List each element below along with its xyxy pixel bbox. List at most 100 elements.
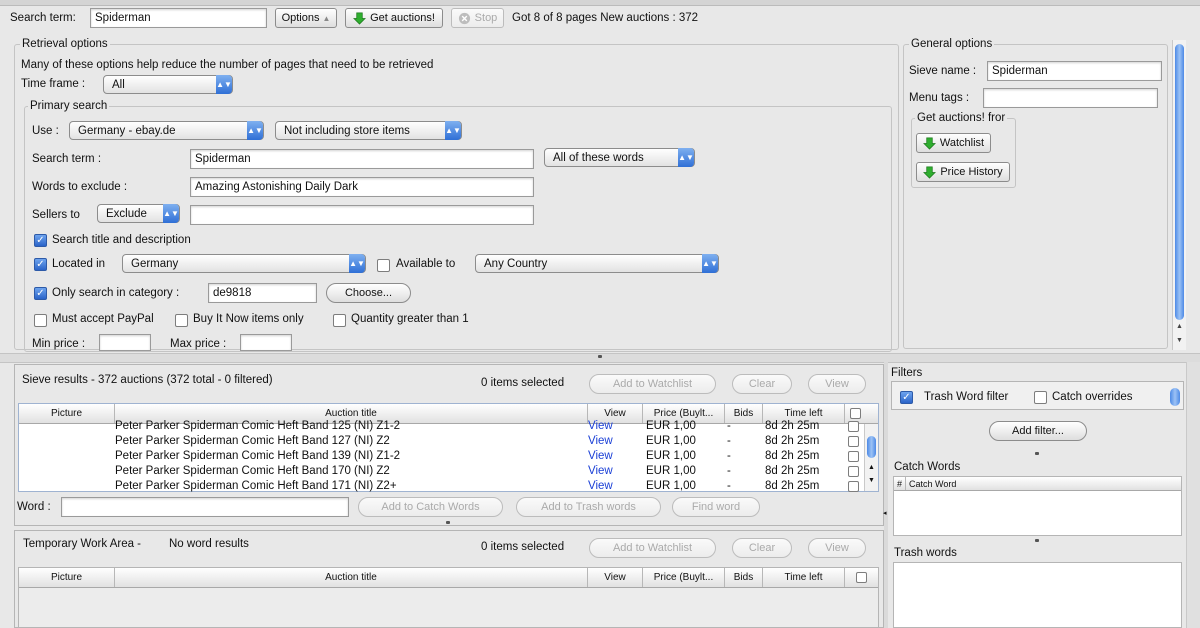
- paypal-checkbox[interactable]: [34, 314, 47, 327]
- row-select-checkbox[interactable]: [848, 436, 859, 447]
- options-button[interactable]: Options ▲: [275, 8, 337, 28]
- filters-scroll-thumb[interactable]: [1170, 388, 1180, 406]
- store-items-select[interactable]: Not including store items ▲▼: [275, 121, 462, 140]
- primary-search-title: Primary search: [28, 100, 110, 112]
- primary-search-term-input[interactable]: [190, 149, 534, 169]
- site-select[interactable]: Germany - ebay.de ▲▼: [69, 121, 264, 140]
- scroll-down-icon[interactable]: ▼: [868, 477, 875, 484]
- sieve-name-input[interactable]: [987, 61, 1162, 81]
- view-link[interactable]: View: [588, 434, 643, 449]
- sellers-input[interactable]: [190, 205, 534, 225]
- options-scrollbar[interactable]: ▲ ▼: [1172, 40, 1186, 350]
- search-title-desc-checkbox[interactable]: ✓: [34, 234, 47, 247]
- sieve-clear-button[interactable]: Clear: [732, 374, 792, 394]
- table-row[interactable]: Peter Parker Spiderman Comic Heft Band 1…: [19, 434, 864, 449]
- located-in-select[interactable]: Germany ▲▼: [122, 254, 366, 273]
- temp-col-bids[interactable]: Bids: [725, 568, 763, 587]
- sieve-scroll-thumb[interactable]: [867, 436, 876, 458]
- temp-select-all-checkbox[interactable]: [856, 572, 867, 583]
- add-filter-button[interactable]: Add filter...: [989, 421, 1087, 441]
- auction-title-cell: Peter Parker Spiderman Comic Heft Band 1…: [115, 420, 401, 432]
- menu-tags-input[interactable]: [983, 88, 1158, 108]
- catch-words-table: # Catch Word: [893, 476, 1182, 536]
- select-arrows-icon: ▲▼: [678, 148, 694, 167]
- sellers-mode-select[interactable]: Exclude ▲▼: [97, 204, 180, 223]
- min-price-input[interactable]: [99, 334, 151, 351]
- select-all-checkbox[interactable]: [849, 408, 861, 419]
- located-in-checkbox[interactable]: ✓: [34, 258, 47, 271]
- located-in-value: Germany: [131, 257, 179, 270]
- table-row[interactable]: Peter Parker Spiderman Comic Heft Band 1…: [19, 479, 864, 494]
- temp-col-select[interactable]: [845, 568, 878, 587]
- temp-col-view[interactable]: View: [588, 568, 643, 587]
- bids-cell: -: [727, 465, 731, 477]
- temp-col-picture[interactable]: Picture: [19, 568, 115, 587]
- row-select-checkbox[interactable]: [848, 421, 859, 432]
- add-trash-words-button[interactable]: Add to Trash words: [516, 497, 661, 517]
- select-arrows-icon: ▲▼: [247, 121, 263, 140]
- stop-button[interactable]: Stop: [451, 8, 504, 28]
- sieve-clear-label: Clear: [748, 378, 776, 390]
- trash-word-filter-checkbox[interactable]: ✓: [900, 391, 913, 404]
- scroll-up-icon[interactable]: ▲: [1176, 323, 1183, 330]
- temp-clear-button[interactable]: Clear: [732, 538, 792, 558]
- temp-col-auction-title[interactable]: Auction title: [115, 568, 588, 587]
- row-select-checkbox[interactable]: [848, 481, 859, 492]
- temp-clear-label: Clear: [748, 542, 776, 554]
- choose-category-button[interactable]: Choose...: [326, 283, 411, 303]
- catch-col-word[interactable]: Catch Word: [906, 477, 1183, 490]
- price-history-button[interactable]: Price History: [916, 162, 1010, 182]
- view-link[interactable]: View: [588, 479, 643, 494]
- view-link[interactable]: View: [588, 449, 643, 464]
- temp-col-time-left[interactable]: Time left: [763, 568, 845, 587]
- trash-words-list[interactable]: [893, 562, 1182, 628]
- max-price-input[interactable]: [240, 334, 292, 351]
- catch-col-hash[interactable]: #: [894, 477, 906, 490]
- vertical-splitter[interactable]: [884, 362, 888, 628]
- sieve-results-table: Picture Auction title View Price (Buylt.…: [18, 403, 879, 492]
- words-exclude-input[interactable]: [190, 177, 534, 197]
- site-value: Germany - ebay.de: [78, 124, 176, 137]
- catch-overrides-checkbox[interactable]: [1034, 391, 1047, 404]
- catch-overrides-label: Catch overrides: [1052, 391, 1133, 403]
- words-mode-select[interactable]: All of these words ▲▼: [544, 148, 695, 167]
- sieve-view-label: View: [825, 378, 849, 390]
- buy-it-now-checkbox[interactable]: [175, 314, 188, 327]
- bids-cell: -: [727, 420, 731, 432]
- row-select-checkbox[interactable]: [848, 466, 859, 477]
- word-input[interactable]: [61, 497, 349, 517]
- get-auctions-button[interactable]: Get auctions!: [345, 8, 443, 28]
- scroll-up-icon[interactable]: ▲: [868, 464, 875, 471]
- time-left-cell: 8d 2h 25m: [765, 450, 820, 462]
- auction-title-cell: Peter Parker Spiderman Comic Heft Band 1…: [115, 450, 401, 462]
- sieve-table-scrollbar[interactable]: ▲ ▼: [864, 424, 878, 491]
- available-to-select[interactable]: Any Country ▲▼: [475, 254, 719, 273]
- temp-col-price[interactable]: Price (Buylt...: [643, 568, 725, 587]
- category-checkbox[interactable]: ✓: [34, 287, 47, 300]
- view-link[interactable]: View: [588, 419, 643, 434]
- price-cell: EUR 1,00: [646, 450, 696, 462]
- table-row[interactable]: Peter Parker Spiderman Comic Heft Band 1…: [19, 464, 864, 479]
- view-link[interactable]: View: [588, 464, 643, 479]
- time-frame-select[interactable]: All ▲▼: [103, 75, 233, 94]
- search-term-input[interactable]: [90, 8, 267, 28]
- table-row[interactable]: Peter Parker Spiderman Comic Heft Band 1…: [19, 449, 864, 464]
- temp-view-button[interactable]: View: [808, 538, 866, 558]
- watchlist-button[interactable]: Watchlist: [916, 133, 991, 153]
- available-to-checkbox[interactable]: [377, 259, 390, 272]
- available-to-value: Any Country: [484, 257, 548, 270]
- scroll-down-icon[interactable]: ▼: [1176, 337, 1183, 344]
- add-catch-words-button[interactable]: Add to Catch Words: [358, 497, 503, 517]
- download-arrow-icon: [923, 166, 937, 179]
- quantity-checkbox[interactable]: [333, 314, 346, 327]
- catch-words-title: Catch Words: [894, 461, 961, 473]
- sieve-add-watchlist-button[interactable]: Add to Watchlist: [589, 374, 716, 394]
- options-scroll-thumb[interactable]: [1175, 44, 1184, 320]
- find-word-button[interactable]: Find word: [672, 497, 760, 517]
- row-select-checkbox[interactable]: [848, 451, 859, 462]
- temp-area-status: No word results: [169, 538, 249, 550]
- temp-add-watchlist-button[interactable]: Add to Watchlist: [589, 538, 716, 558]
- category-input[interactable]: [208, 283, 317, 303]
- table-row[interactable]: Peter Parker Spiderman Comic Heft Band 1…: [19, 419, 864, 434]
- sieve-view-button[interactable]: View: [808, 374, 866, 394]
